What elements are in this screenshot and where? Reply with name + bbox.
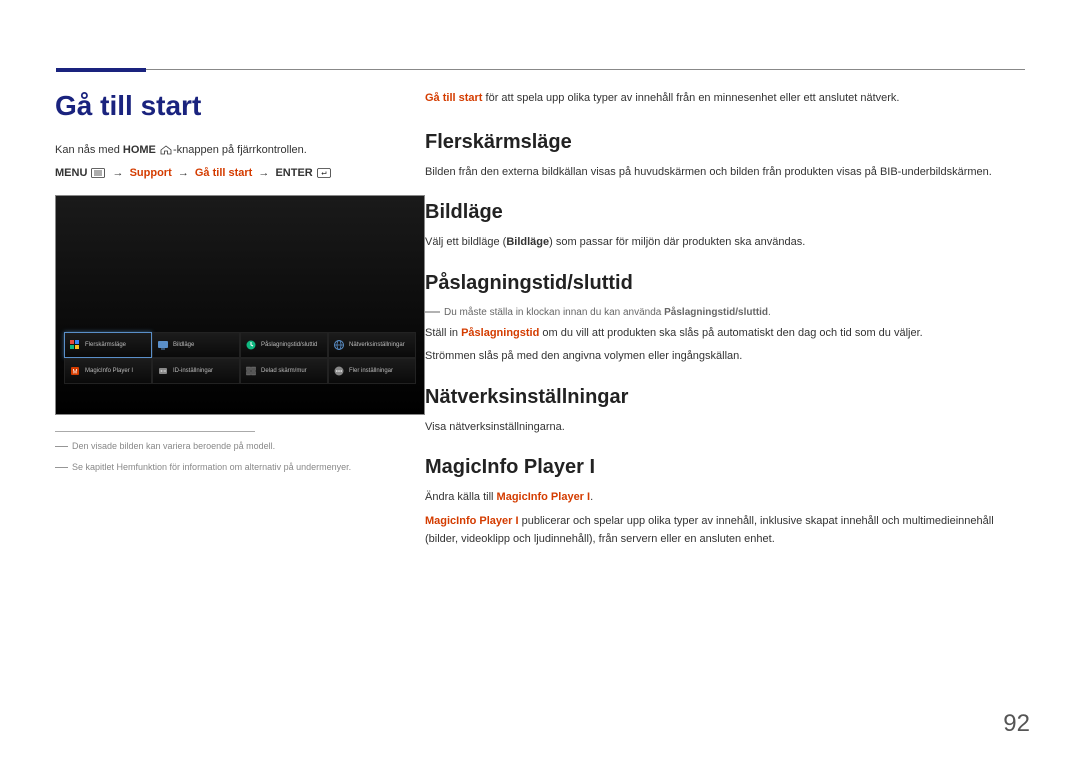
more-icon — [333, 365, 345, 377]
remote-instruction: Kan nås med HOME -knappen på fjärrkontro… — [55, 142, 395, 159]
heading-bildlage: Bildläge — [425, 201, 995, 224]
body-paslagningstid-2: Ställ in Påslagningstid om du vill att p… — [425, 325, 995, 343]
tv-screenshot: Flerskärmsläge Bildläge Påslagningstid/s… — [55, 195, 425, 415]
menu-item-label: Fler inställningar — [349, 368, 393, 374]
footnote-2: ― Se kapitlet Hemfunktion för informatio… — [55, 461, 395, 474]
menu-item-label: Delad skärm/mur — [261, 368, 307, 374]
body-flerskamslage: Bilden från den externa bildkällan visas… — [425, 164, 995, 182]
menu-item-label: Påslagningstid/sluttid — [261, 342, 317, 348]
left-column: Gå till start Kan nås med HOME -knappen … — [55, 60, 425, 473]
menu-item-label: Bildläge — [173, 342, 194, 348]
body-bildlage: Välj ett bildläge (Bildläge) som passar … — [425, 234, 995, 252]
note-paslagningstid: ― Du måste ställa in klockan innan du ka… — [425, 305, 995, 321]
svg-text:M: M — [73, 370, 78, 376]
clock-icon — [245, 339, 257, 351]
menu-item-label: MagicInfo Player I — [85, 368, 133, 374]
magicinfo-icon: M — [69, 365, 81, 377]
body-natverksinstallningar: Visa nätverksinställningarna. — [425, 419, 995, 437]
intro-text: Gå till start för att spela upp olika ty… — [425, 90, 995, 107]
heading-natverksinstallningar: Nätverksinställningar — [425, 386, 995, 409]
home-icon — [160, 145, 172, 155]
menu-item-id: ID-inställningar — [152, 358, 240, 384]
body-magicinfo-2: MagicInfo Player I publicerar och spelar… — [425, 513, 995, 548]
screen-icon — [157, 339, 169, 351]
menu-item-label: ID-inställningar — [173, 368, 213, 374]
footnote-divider — [55, 431, 255, 432]
id-icon — [157, 365, 169, 377]
page-number: 92 — [1003, 710, 1030, 738]
menu-item-fler: Fler inställningar — [328, 358, 416, 384]
menu-item-flerskamslage: Flerskärmsläge — [64, 332, 152, 358]
network-icon — [333, 339, 345, 351]
footnote-1: ― Den visade bilden kan variera beroende… — [55, 440, 395, 453]
menu-item-delad: Delad skärm/mur — [240, 358, 328, 384]
menu-item-magicinfo: M MagicInfo Player I — [64, 358, 152, 384]
multi-screen-icon — [69, 339, 81, 351]
menu-item-label: Flerskärmsläge — [85, 342, 126, 348]
body-paslagningstid-3: Strömmen slås på med den angivna volymen… — [425, 348, 995, 366]
heading-magicinfo: MagicInfo Player I — [425, 456, 995, 479]
menu-button-icon — [91, 168, 105, 178]
heading-paslagningstid: Påslagningstid/sluttid — [425, 272, 995, 295]
menu-item-bildlage: Bildläge — [152, 332, 240, 358]
page-title: Gå till start — [55, 90, 395, 122]
body-magicinfo-1: Ändra källa till MagicInfo Player I. — [425, 489, 995, 507]
enter-button-icon — [317, 168, 331, 178]
menu-path: MENU → Support → Gå till start → ENTER — [55, 165, 395, 182]
menu-item-natverksinstallningar: Nätverksinställningar — [328, 332, 416, 358]
wall-icon — [245, 365, 257, 377]
right-column: Gå till start för att spela upp olika ty… — [425, 60, 995, 554]
menu-item-paslagningstid: Påslagningstid/sluttid — [240, 332, 328, 358]
menu-item-label: Nätverksinställningar — [349, 342, 405, 348]
heading-flerskamslage: Flerskärmsläge — [425, 131, 995, 154]
